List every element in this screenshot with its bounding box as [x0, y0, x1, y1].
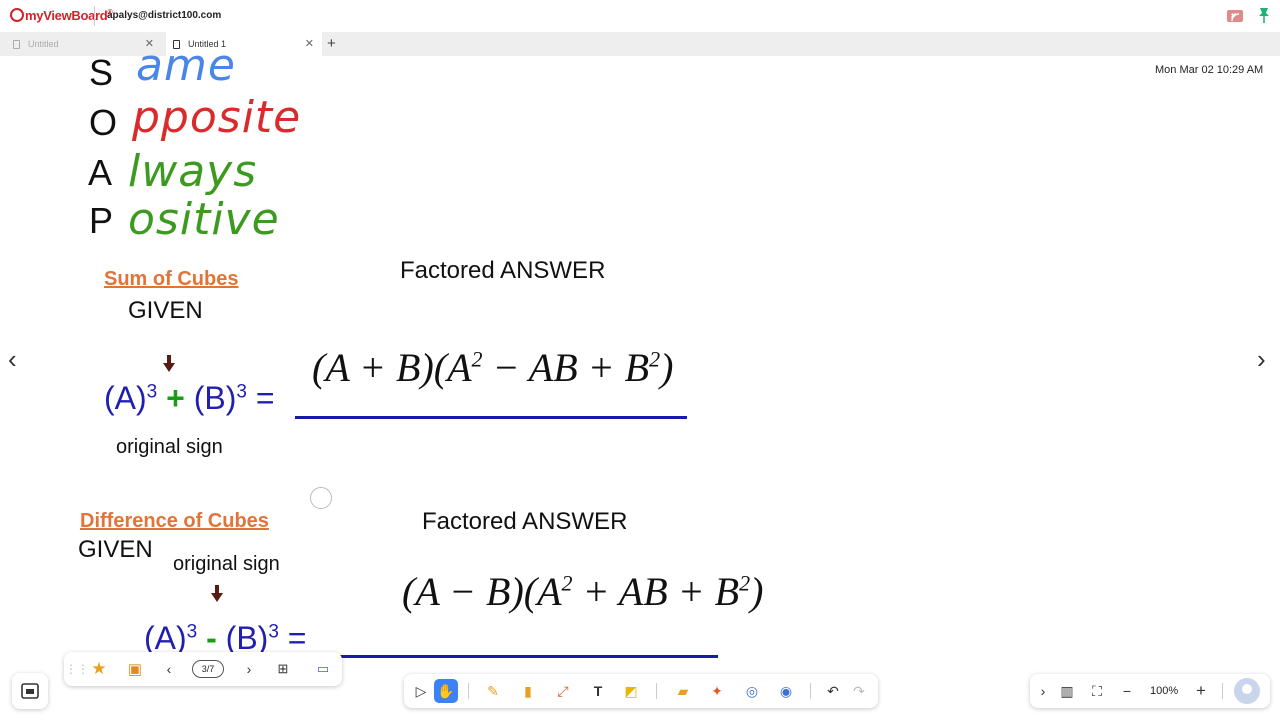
diff-factored-heading: Factored ANSWER	[422, 508, 628, 535]
brand-logo-icon	[10, 8, 24, 22]
formula-exponent: 2	[649, 346, 661, 372]
previous-page-arrow-icon[interactable]: ‹	[8, 344, 17, 375]
main-toolbar: ▷ ✋ ✎ ▮ ⤢ T ◩ ▰ ✦ ◎ ◉ ↶ ↷	[404, 674, 878, 708]
soap-letter-p: P	[89, 200, 114, 241]
arrow-shaft	[167, 355, 171, 363]
expand-chevron-icon[interactable]: ›	[1034, 682, 1052, 700]
formula-part: )	[660, 345, 674, 390]
folder-icon[interactable]: ▰	[674, 682, 692, 700]
star-board-icon[interactable]: ★	[90, 659, 108, 678]
formula-part: )	[750, 569, 764, 614]
cursor-indicator	[310, 487, 332, 509]
select-pointer-icon[interactable]: ▷	[412, 682, 430, 700]
diff-note: original sign	[173, 553, 280, 575]
formula-exponent: 2	[561, 570, 573, 596]
expr-term-b: (B)	[193, 380, 237, 416]
divider	[1222, 683, 1223, 699]
expr-equals: =	[255, 380, 275, 416]
next-page-icon[interactable]: ›	[240, 660, 258, 678]
soap-word-positive: ositive	[128, 194, 280, 245]
keyboard-icon[interactable]: ▭	[314, 660, 332, 678]
soap-word-same: ame	[136, 40, 236, 91]
soap-letter-a: A	[88, 152, 113, 193]
down-arrow-icon	[211, 593, 223, 602]
soap-word-always: lways	[128, 146, 258, 197]
screenshot-tool-button[interactable]	[12, 673, 48, 709]
screenshot-icon	[21, 683, 39, 699]
sum-note: original sign	[116, 436, 223, 458]
sum-given-label: GIVEN	[128, 297, 203, 324]
document-icon	[13, 39, 20, 49]
undo-icon[interactable]: ↶	[824, 682, 842, 700]
formula-part: − AB + B	[482, 345, 650, 390]
arrow-shaft	[215, 585, 219, 593]
formula-part: (A − B)(A	[402, 569, 562, 614]
difference-of-cubes-heading: Difference of Cubes	[80, 510, 269, 532]
shapes-icon[interactable]: ⤢	[554, 682, 572, 700]
toolbox-icon[interactable]: ✦	[708, 682, 726, 700]
add-tab-icon[interactable]: +	[327, 35, 336, 52]
fit-screen-icon[interactable]: ⛶	[1088, 682, 1106, 700]
sticky-note-icon[interactable]: ◩	[622, 682, 640, 700]
diff-given-label: GIVEN	[78, 536, 153, 563]
divider	[94, 6, 95, 26]
sum-expression: (A)3 + (B)3 =	[104, 380, 275, 417]
sum-of-cubes-heading: Sum of Cubes	[104, 268, 239, 290]
page-navigation-bar: ⋮⋮ ★ ▣ ‹ 3/7 › ⊞ ▭	[64, 652, 342, 686]
pen-icon[interactable]: ✎	[484, 682, 502, 700]
soap-letter-o: O	[89, 102, 118, 143]
previous-page-icon[interactable]: ‹	[160, 660, 178, 678]
zoom-bar: › ▥ ⛶ − 100% +	[1030, 674, 1270, 708]
expr-operator: +	[166, 380, 185, 416]
formula-part: (A + B)(A	[312, 345, 472, 390]
next-page-arrow-icon[interactable]: ›	[1257, 344, 1266, 375]
eraser-icon[interactable]: ▮	[519, 682, 537, 700]
expr-operator: -	[206, 620, 217, 656]
tab-label: Untitled	[28, 39, 59, 49]
formula-exponent: 2	[739, 570, 751, 596]
zoom-in-icon[interactable]: +	[1192, 681, 1210, 700]
datetime: Mon Mar 02 10:29 AM	[1155, 64, 1264, 76]
diff-formula: (A − B)(A2 + AB + B2)	[402, 568, 763, 615]
page-indicator[interactable]: 3/7	[192, 660, 224, 678]
map-icon[interactable]: ▥	[1058, 682, 1076, 700]
formula-exponent: 2	[471, 346, 483, 372]
divider	[810, 683, 811, 699]
down-arrow-icon	[163, 363, 175, 372]
user-avatar[interactable]	[1234, 678, 1260, 704]
expr-term-a: (A)	[144, 620, 187, 656]
cast-icon[interactable]	[1226, 8, 1244, 24]
brand-logo[interactable]: myViewBoard®	[10, 8, 113, 23]
text-tool-icon[interactable]: T	[589, 682, 607, 700]
hand-pan-icon[interactable]: ✋	[434, 679, 458, 703]
expr-term-b: (B)	[225, 620, 269, 656]
clipboard-icon[interactable]: ▣	[126, 660, 144, 678]
pin-icon[interactable]	[1257, 7, 1271, 24]
answer-line	[295, 416, 687, 419]
answer-line	[320, 655, 718, 658]
exponent: 3	[146, 381, 158, 403]
divider	[656, 683, 657, 699]
close-icon[interactable]: ✕	[305, 37, 314, 50]
sum-formula: (A + B)(A2 − AB + B2)	[312, 344, 673, 391]
soap-letter-s: S	[89, 52, 114, 93]
capture-icon[interactable]: ◉	[777, 682, 795, 700]
account-email[interactable]: apalys@district100.com	[107, 10, 221, 21]
sum-factored-heading: Factored ANSWER	[400, 257, 606, 284]
zoom-level: 100%	[1150, 685, 1179, 697]
soap-word-opposite: pposite	[132, 92, 302, 143]
formula-part: + AB + B	[572, 569, 740, 614]
exponent: 3	[186, 621, 198, 643]
web-globe-icon[interactable]: ◎	[743, 682, 761, 700]
drag-handle-icon[interactable]: ⋮⋮	[65, 660, 89, 678]
zoom-out-icon[interactable]: −	[1118, 682, 1136, 700]
divider	[468, 683, 469, 699]
expr-term-a: (A)	[104, 380, 147, 416]
expr-equals: =	[287, 620, 307, 656]
exponent: 3	[268, 621, 279, 643]
redo-icon[interactable]: ↷	[850, 682, 868, 700]
exponent: 3	[236, 381, 247, 403]
add-page-icon[interactable]: ⊞	[274, 660, 292, 678]
